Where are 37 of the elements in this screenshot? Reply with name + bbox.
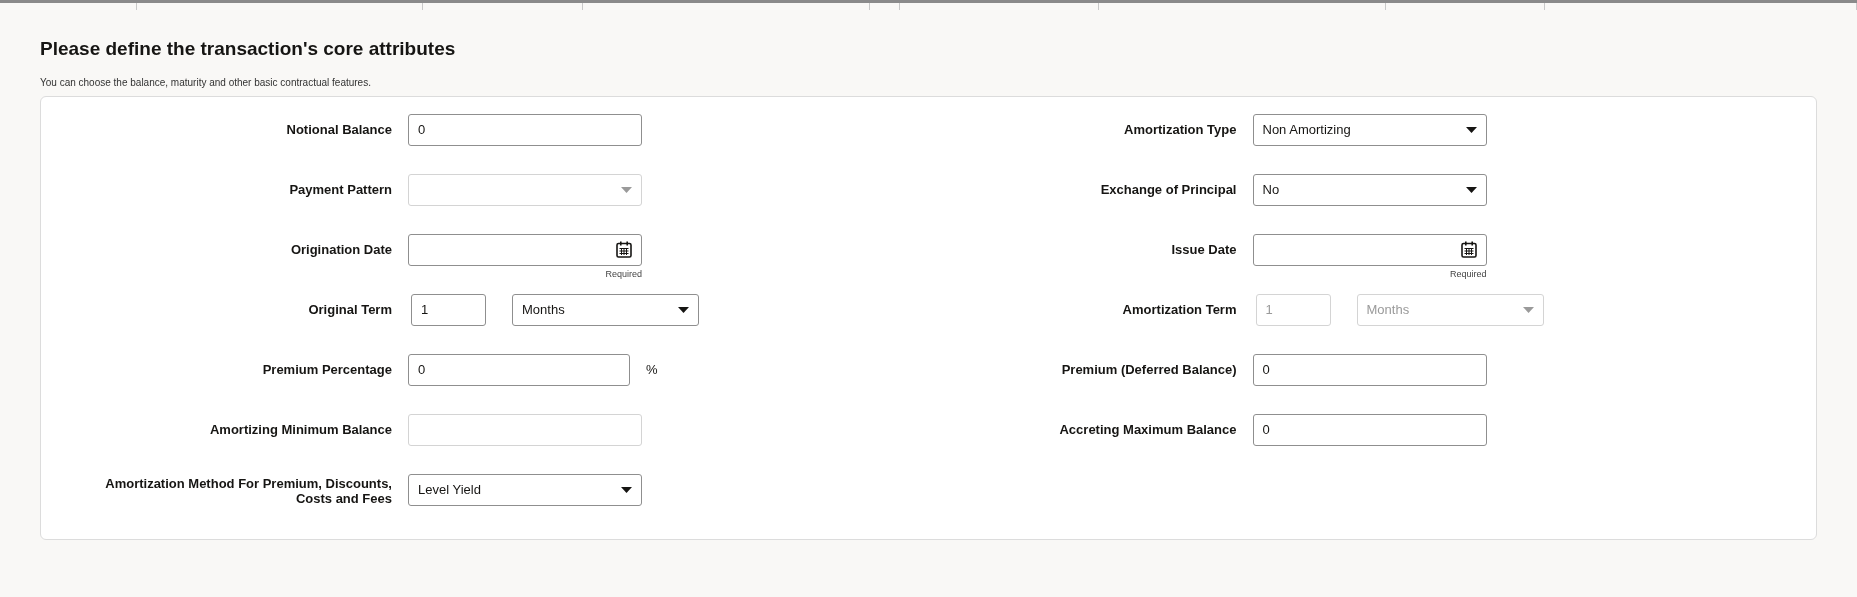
field-label: Issue Date bbox=[1170, 240, 1237, 258]
field-label: Amortizing Minimum Balance bbox=[208, 420, 392, 438]
date-field[interactable] bbox=[408, 233, 642, 266]
caret-icon bbox=[621, 486, 632, 493]
calendar-icon[interactable] bbox=[1460, 241, 1477, 259]
dropdown[interactable]: No bbox=[1252, 173, 1487, 206]
field-label: Premium Percentage bbox=[261, 360, 392, 378]
required-hint: Required bbox=[604, 267, 642, 281]
field-label: Original Term bbox=[307, 300, 392, 318]
dropdown[interactable]: Non Amortizing bbox=[1252, 113, 1487, 146]
input-field[interactable]: 0 bbox=[408, 353, 630, 386]
calendar-icon[interactable] bbox=[616, 241, 632, 259]
page-subtitle: You can choose the balance, maturity and other basic contractual features. bbox=[40, 75, 372, 90]
input-field[interactable]: 0 bbox=[1252, 353, 1487, 386]
caret-icon bbox=[1465, 126, 1477, 133]
field-label: Premium (Deferred Balance) bbox=[1060, 360, 1237, 378]
field-label: Exchange of Principal bbox=[1099, 180, 1237, 198]
input-field[interactable]: 0 bbox=[408, 113, 642, 146]
input-field[interactable]: 0 bbox=[1252, 413, 1487, 446]
required-hint: Required bbox=[1448, 267, 1487, 281]
input-field[interactable]: 1 bbox=[411, 293, 486, 326]
unit-label: % bbox=[646, 360, 658, 379]
caret-icon bbox=[1465, 186, 1477, 193]
field-label: Payment Pattern bbox=[288, 180, 392, 198]
field-label: Amortization Term bbox=[1121, 300, 1237, 318]
field-label: Accreting Maximum Balance bbox=[1058, 420, 1237, 438]
field-label: Notional Balance bbox=[285, 120, 392, 138]
dropdown[interactable]: Months bbox=[512, 293, 699, 326]
caret-icon bbox=[1522, 306, 1534, 313]
field-label: Amortization Type bbox=[1123, 120, 1237, 138]
page-title: Please define the transaction's core attributes bbox=[40, 38, 457, 61]
caret-icon bbox=[621, 186, 632, 193]
caret-icon bbox=[678, 306, 689, 313]
field-label: Amortization Method For Premium, Discounts, Costs and Fees bbox=[104, 474, 392, 507]
date-field[interactable] bbox=[1252, 233, 1487, 266]
dropdown[interactable]: Level Yield bbox=[408, 473, 642, 506]
field-label: Origination Date bbox=[289, 240, 392, 258]
